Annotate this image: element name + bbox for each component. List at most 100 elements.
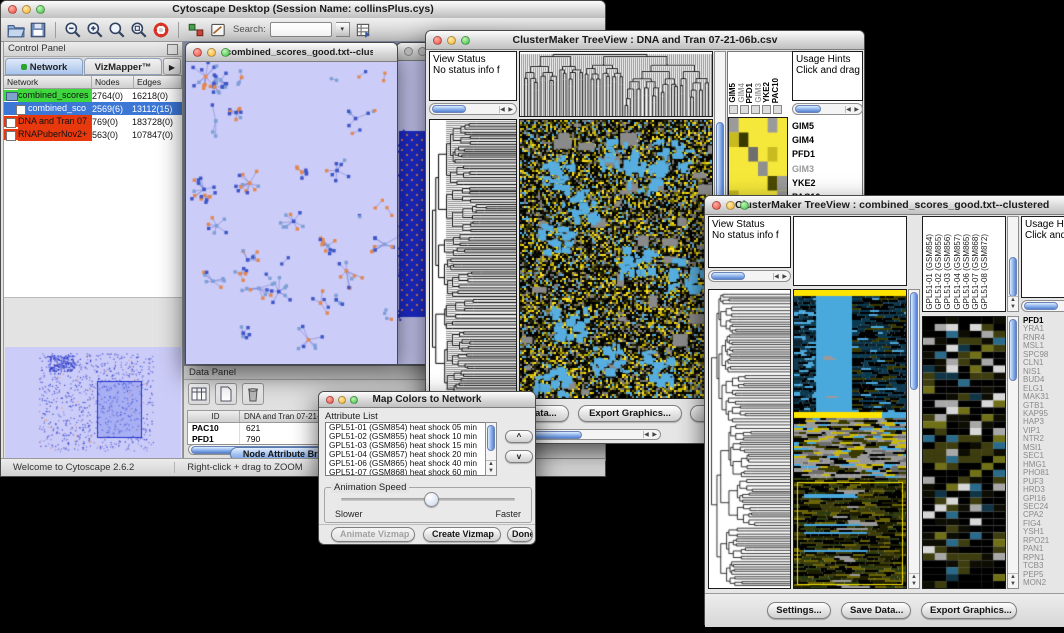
bottom-hscrollbar[interactable]: ◀ ▶: [519, 429, 661, 440]
minimize-icon[interactable]: [726, 201, 735, 210]
network-overview-canvas[interactable]: [5, 347, 181, 459]
col-nodes[interactable]: Nodes: [92, 76, 134, 88]
settings-button[interactable]: Settings...: [767, 602, 831, 619]
create-vizmap-button[interactable]: Create Vizmap: [423, 527, 501, 542]
column-label[interactable]: GPL51-01 (GSM854): [925, 234, 934, 310]
close-icon[interactable]: [404, 47, 413, 56]
minimize-icon[interactable]: [22, 5, 31, 14]
network-table-row[interactable]: RNAPuberNov2+ 563(0) 107847(0): [4, 128, 182, 141]
float-panel-icon[interactable]: [167, 44, 178, 55]
usage-hints-scrollbar[interactable]: ◀ ▶: [1021, 300, 1064, 312]
attribute-list-scrollbar[interactable]: ▲▼: [485, 422, 497, 476]
scroll-arrows-icon[interactable]: ◀ ▶: [643, 431, 660, 438]
heatmap-pane[interactable]: [793, 289, 907, 589]
scroll-arrows-icon[interactable]: ▲▼: [1008, 296, 1018, 311]
move-down-button[interactable]: v: [505, 450, 533, 463]
move-up-button[interactable]: ^: [505, 430, 533, 443]
scroll-arrows-icon[interactable]: ▲▼: [1008, 573, 1018, 588]
row-dendrogram-pane[interactable]: [429, 119, 517, 399]
network-table-row[interactable]: DNA and Tran 07 769(0) 183728(0): [4, 115, 182, 128]
tab-network[interactable]: Network: [5, 58, 83, 75]
annotations-icon[interactable]: [209, 21, 227, 39]
export-graphics-button[interactable]: Export Graphics...: [921, 602, 1017, 619]
column-label[interactable]: GPL51-04 (GSM857): [953, 234, 962, 310]
minimize-icon[interactable]: [447, 36, 456, 45]
window-controls[interactable]: [8, 5, 45, 14]
heatmap-pane[interactable]: [519, 119, 713, 399]
zoom-in-icon[interactable]: [86, 21, 104, 39]
heatmap-vscrollbar[interactable]: ▲▼: [908, 289, 920, 589]
tool-icon[interactable]: [773, 105, 782, 114]
gene-label[interactable]: GIM5: [792, 119, 836, 133]
import-table-icon[interactable]: [354, 21, 372, 39]
zoom-window-icon[interactable]: [461, 36, 470, 45]
open-file-icon[interactable]: [7, 21, 25, 39]
gene-label[interactable]: GIM3: [792, 162, 836, 176]
treeview1-titlebar[interactable]: ClusterMaker TreeView : DNA and Tran 07-…: [426, 31, 864, 50]
gene-label[interactable]: YKE2: [792, 176, 836, 190]
gene-label[interactable]: GIM4: [792, 133, 836, 147]
minimize-icon[interactable]: [207, 48, 216, 57]
scroll-arrows-icon[interactable]: ◀ ▶: [845, 106, 862, 113]
labels-vscrollbar[interactable]: ▲▼: [1007, 216, 1019, 312]
gene-label[interactable]: MON2: [1023, 579, 1063, 587]
close-icon[interactable]: [193, 48, 202, 57]
zoom-selected-icon[interactable]: [130, 21, 148, 39]
zoom-window-icon[interactable]: [36, 5, 45, 14]
network-graph-canvas[interactable]: [186, 62, 397, 364]
save-data-button[interactable]: Save Data...: [841, 602, 911, 619]
column-dendrogram-pane[interactable]: [519, 51, 713, 117]
zoom-vscrollbar[interactable]: ▲▼: [1007, 316, 1019, 589]
export-graphics-button[interactable]: Export Graphics...: [578, 405, 682, 422]
column-label[interactable]: GPL51-07 (GSM868): [971, 234, 980, 310]
main-titlebar[interactable]: Cytoscape Desktop (Session Name: collins…: [1, 1, 605, 19]
zoom-out-icon[interactable]: [64, 21, 82, 39]
zoom-window-icon[interactable]: [350, 396, 358, 404]
animate-vizmap-button[interactable]: Animate Vizmap: [331, 527, 415, 542]
view-status-scrollbar[interactable]: ◀ ▶: [708, 270, 791, 282]
scrollbar-thumb[interactable]: [910, 292, 918, 390]
zoom-heatmap-pane[interactable]: [728, 117, 788, 206]
scroll-arrows-icon[interactable]: ◀ ▶: [499, 106, 516, 113]
new-attribute-icon[interactable]: [215, 383, 237, 405]
tool-icon[interactable]: [729, 105, 738, 114]
tool-icon[interactable]: [740, 105, 749, 114]
scroll-arrows-icon[interactable]: ▲▼: [486, 460, 496, 475]
zoom-fit-icon[interactable]: [108, 21, 126, 39]
dialog-titlebar[interactable]: Map Colors to Network: [319, 392, 535, 408]
minimize-icon[interactable]: [338, 396, 346, 404]
scrollbar-thumb[interactable]: [487, 425, 495, 451]
zoom-window-icon[interactable]: [740, 201, 749, 210]
network-table-row[interactable]: combined_sco 2569(6) 13112(15): [4, 102, 182, 115]
zoom-window-icon[interactable]: [221, 48, 230, 57]
scroll-arrows-icon[interactable]: ▲▼: [909, 573, 919, 588]
view-status-scrollbar[interactable]: ◀ ▶: [429, 103, 517, 115]
column-label[interactable]: GPL51-08 (GSM872): [980, 234, 989, 310]
tool-icon[interactable]: [762, 105, 771, 114]
attribute-listbox[interactable]: GPL51-01 (GSM854) heat shock 05 minGPL51…: [325, 422, 497, 476]
scrollbar-thumb[interactable]: [1024, 302, 1058, 310]
usage-hints-scrollbar[interactable]: ◀ ▶: [792, 103, 863, 115]
network-view-titlebar[interactable]: combined_scores_good.txt--cluste...: [186, 43, 397, 62]
row-dendrogram-pane[interactable]: [708, 289, 791, 589]
scroll-arrows-icon[interactable]: ◀ ▶: [773, 273, 790, 280]
col-network[interactable]: Network: [4, 76, 92, 88]
scrollbar-thumb[interactable]: [1009, 257, 1017, 297]
delete-attribute-icon[interactable]: [242, 383, 264, 405]
more-tabs-icon[interactable]: ▶: [163, 58, 181, 75]
close-icon[interactable]: [326, 396, 334, 404]
col-edges[interactable]: Edges: [134, 76, 182, 88]
scrollbar-thumb[interactable]: [795, 105, 821, 113]
tab-vizmapper[interactable]: VizMapper™: [84, 58, 162, 75]
save-icon[interactable]: [29, 21, 47, 39]
col-id[interactable]: ID: [188, 411, 240, 422]
select-attributes-icon[interactable]: [188, 383, 210, 405]
plugins-icon[interactable]: [187, 21, 205, 39]
column-label[interactable]: PAC10: [772, 78, 781, 103]
column-dendrogram-pane[interactable]: [793, 216, 907, 286]
scrollbar-thumb[interactable]: [1009, 319, 1017, 381]
search-input[interactable]: [270, 22, 332, 37]
column-label[interactable]: GPL51-03 (GSM856): [943, 234, 952, 310]
help-icon[interactable]: [152, 21, 170, 39]
done-button[interactable]: Done: [507, 527, 533, 542]
